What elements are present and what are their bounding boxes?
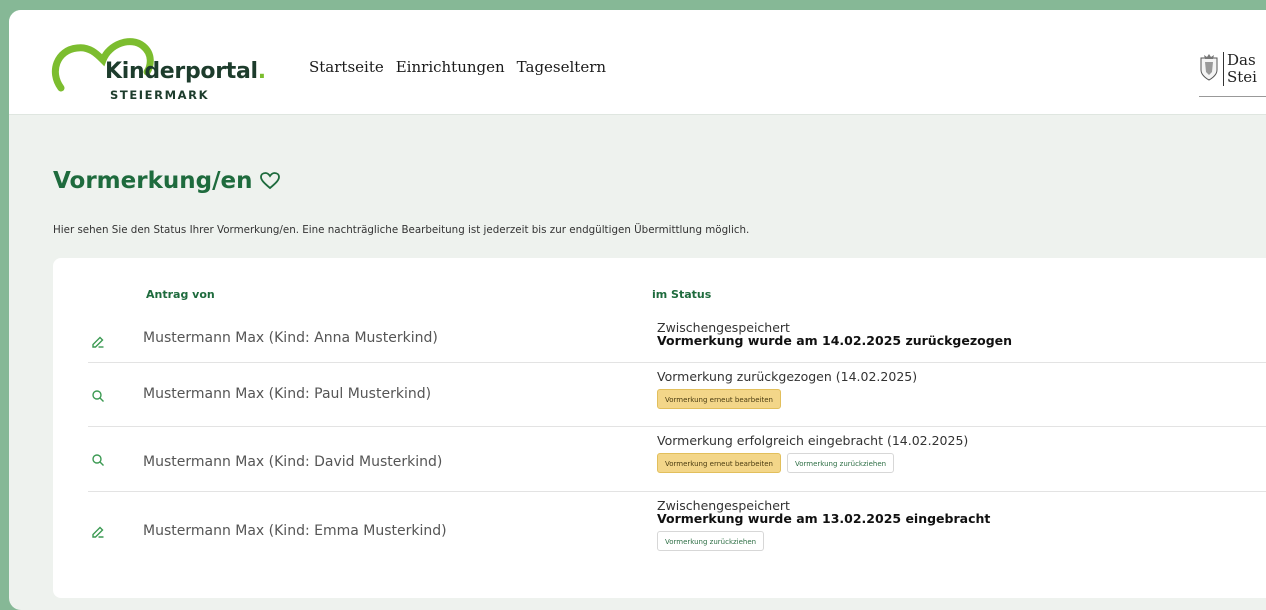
status-detail: Vormerkung wurde am 14.02.2025 zurückgez… (657, 333, 1013, 348)
applicant-name: Mustermann Max (Kind: Emma Musterkind) (143, 523, 447, 539)
main-navigation: Startseite Einrichtungen Tageseltern (309, 58, 606, 76)
status-text: Vormerkung erfolgreich eingebracht (14.0… (657, 433, 969, 448)
table-row: Mustermann Max (Kind: Anna Musterkind) Z… (53, 318, 1266, 362)
applicant-name: Mustermann Max (Kind: Paul Musterkind) (143, 386, 432, 402)
withdraw-button[interactable]: Vormerkung zurückziehen (786, 453, 895, 473)
nav-link-tageseltern[interactable]: Tageseltern (517, 58, 606, 76)
nav-link-einrichtungen[interactable]: Einrichtungen (396, 58, 505, 76)
nav-link-startseite[interactable]: Startseite (309, 58, 384, 76)
column-header-im-status: im Status (652, 288, 712, 301)
search-icon[interactable] (91, 453, 105, 467)
status-cell: Zwischengespeichert Vormerkung wurde am … (657, 499, 990, 551)
kinderportal-logo[interactable]: Kinderportal. STEIERMARK (51, 32, 281, 112)
table-row: Mustermann Max (Kind: Paul Musterkind) V… (53, 362, 1266, 426)
applicant-name: Mustermann Max (Kind: David Musterkind) (143, 454, 443, 470)
column-header-antrag-von: Antrag von (146, 288, 215, 301)
edit-icon[interactable] (91, 525, 105, 539)
status-detail: Vormerkung wurde am 13.02.2025 eingebrac… (657, 511, 991, 526)
land-steiermark-wordmark: Das Stei (1223, 52, 1257, 86)
coat-of-arms-icon (1200, 54, 1218, 81)
withdraw-button[interactable]: Vormerkung zurückziehen (657, 531, 765, 551)
edit-icon[interactable] (91, 335, 105, 349)
edit-again-button[interactable]: Vormerkung erneut bearbeiten (657, 453, 781, 473)
vormerkungen-table: Antrag von im Status Mustermann Max (Kin… (53, 258, 1266, 598)
heart-icon[interactable] (260, 172, 281, 190)
browser-window: Kinderportal. STEIERMARK Startseite Einr… (9, 10, 1266, 610)
logo-wordmark: Kinderportal. (105, 59, 266, 84)
status-cell: Vormerkung zurückgezogen (14.02.2025) Vo… (657, 370, 917, 409)
status-cell: Vormerkung erfolgreich eingebracht (14.0… (657, 434, 968, 473)
table-row: Mustermann Max (Kind: Emma Musterkind) Z… (53, 491, 1266, 571)
applicant-name: Mustermann Max (Kind: Anna Musterkind) (143, 330, 438, 346)
status-cell: Zwischengespeichert Vormerkung wurde am … (657, 321, 1012, 347)
status-text: Vormerkung zurückgezogen (14.02.2025) (657, 369, 918, 384)
search-icon[interactable] (91, 389, 105, 403)
table-row: Mustermann Max (Kind: David Musterkind) … (53, 426, 1266, 491)
page-title: Vormerkung/en (53, 168, 281, 194)
logo-subtitle: STEIERMARK (110, 88, 210, 102)
page-description: Hier sehen Sie den Status Ihrer Vormerku… (53, 224, 750, 236)
edit-again-button[interactable]: Vormerkung erneut bearbeiten (657, 389, 781, 409)
logo-underline (1199, 96, 1266, 97)
site-header: Kinderportal. STEIERMARK Startseite Einr… (9, 10, 1266, 115)
